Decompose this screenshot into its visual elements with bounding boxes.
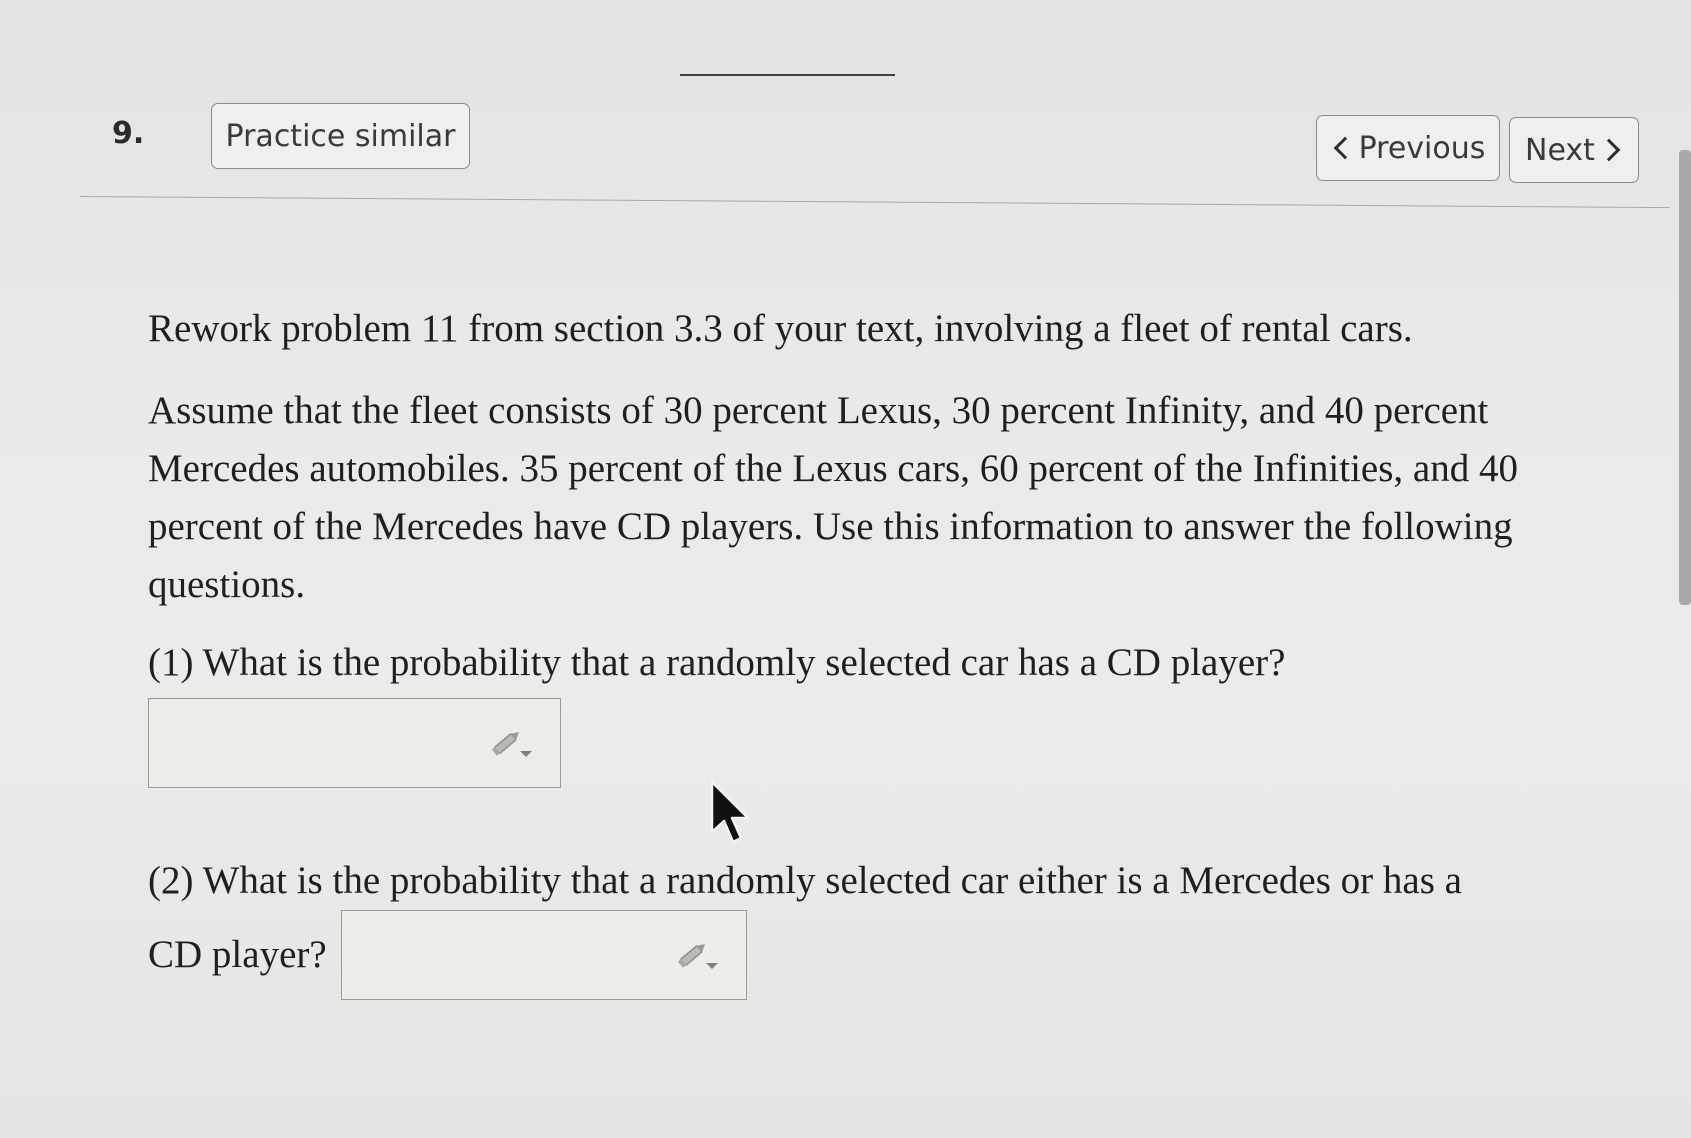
question-2-text-line1: (2) What is the probability that a rando… <box>148 859 1462 902</box>
problem-assumptions: Assume that the fleet consists of 30 per… <box>148 389 1518 606</box>
chevron-right-icon <box>1597 138 1621 162</box>
next-button[interactable]: Next <box>1509 117 1639 183</box>
pencil-dropdown-icon[interactable] <box>676 937 720 973</box>
pencil-dropdown-icon[interactable] <box>490 725 534 761</box>
chevron-left-icon <box>1333 136 1356 160</box>
answer-1-input[interactable] <box>148 698 561 788</box>
practice-similar-button[interactable]: Practice similar <box>211 103 470 169</box>
answer-2-input[interactable] <box>340 910 747 1000</box>
top-divider-line <box>680 74 895 76</box>
question-2-line2: CD player? <box>148 910 1608 1000</box>
problem-intro: Rework problem 11 from section 3.3 of yo… <box>148 307 1413 350</box>
next-label: Next <box>1525 132 1595 168</box>
problem-content: Rework problem 11 from section 3.3 of yo… <box>148 300 1608 1000</box>
scrollbar[interactable] <box>1679 150 1691 605</box>
question-2-block: (2) What is the probability that a rando… <box>148 852 1608 1000</box>
question-number: 9. <box>112 116 145 151</box>
previous-label: Previous <box>1358 130 1486 166</box>
previous-button[interactable]: Previous <box>1316 115 1500 181</box>
question-2-text-line2: CD player? <box>148 933 327 976</box>
question-1-text: (1) What is the probability that a rando… <box>148 641 1286 684</box>
practice-similar-label: Practice similar <box>225 118 456 154</box>
header-divider <box>79 196 1670 209</box>
mouse-pointer-icon <box>710 780 750 844</box>
